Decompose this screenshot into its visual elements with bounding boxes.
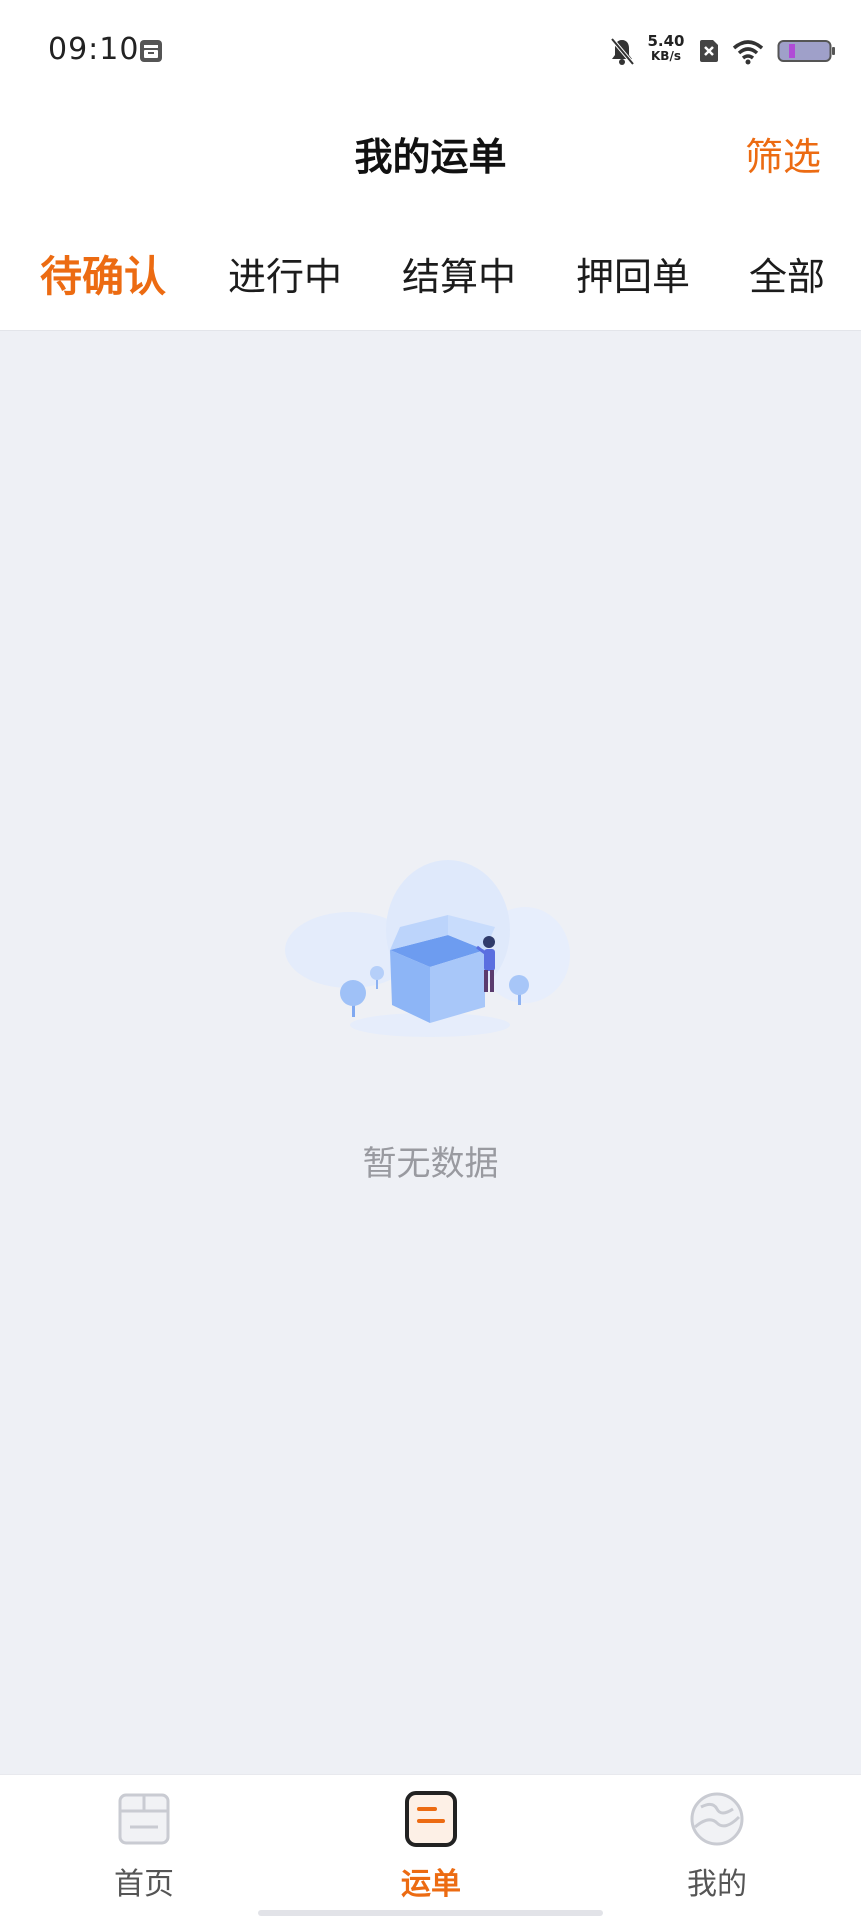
wifi-icon bbox=[732, 40, 764, 65]
empty-box-illustration bbox=[285, 860, 570, 1037]
tab-settling[interactable]: 结算中 bbox=[402, 246, 516, 301]
nav-label-waybill: 运单 bbox=[401, 1867, 461, 1902]
tab-in-progress[interactable]: 进行中 bbox=[228, 246, 342, 301]
waybill-icon bbox=[405, 1791, 457, 1847]
nav-item-waybill[interactable]: 运单 bbox=[351, 1789, 511, 1909]
page-title: 我的运单 bbox=[354, 135, 507, 179]
status-icons: 5.40 KB/s bbox=[561, 28, 861, 74]
no-sim-icon bbox=[700, 40, 718, 62]
status-tabs: 待确认 进行中 结算中 押回单 全部 bbox=[0, 210, 861, 331]
network-speed-unit: KB/s bbox=[651, 49, 681, 63]
status-time: 09:10 bbox=[48, 32, 140, 67]
nav-label-mine: 我的 bbox=[687, 1867, 747, 1902]
bottom-nav: 首页 运单 我的 bbox=[0, 1774, 861, 1921]
network-speed: 5.40 KB/s bbox=[641, 34, 691, 64]
nav-item-home[interactable]: 首页 bbox=[64, 1789, 224, 1909]
home-box-icon bbox=[118, 1793, 170, 1845]
filter-button[interactable]: 筛选 bbox=[745, 126, 821, 181]
storage-notification-icon bbox=[140, 40, 162, 62]
empty-state-message: 暂无数据 bbox=[362, 1144, 499, 1184]
status-bar: 09:10 5.40 KB/s bbox=[0, 0, 861, 100]
nav-item-mine[interactable]: 我的 bbox=[637, 1789, 797, 1909]
tab-all[interactable]: 全部 bbox=[749, 246, 825, 301]
profile-planet-icon bbox=[690, 1792, 744, 1846]
tab-receipt-return[interactable]: 押回单 bbox=[576, 246, 690, 301]
tab-pending-confirm[interactable]: 待确认 bbox=[40, 243, 166, 304]
nav-label-home: 首页 bbox=[114, 1867, 174, 1902]
home-indicator bbox=[258, 1910, 603, 1916]
network-speed-value: 5.40 bbox=[647, 32, 685, 50]
header: 我的运单 筛选 bbox=[0, 100, 861, 210]
bell-muted-icon bbox=[610, 37, 635, 66]
battery-icon bbox=[777, 40, 835, 62]
